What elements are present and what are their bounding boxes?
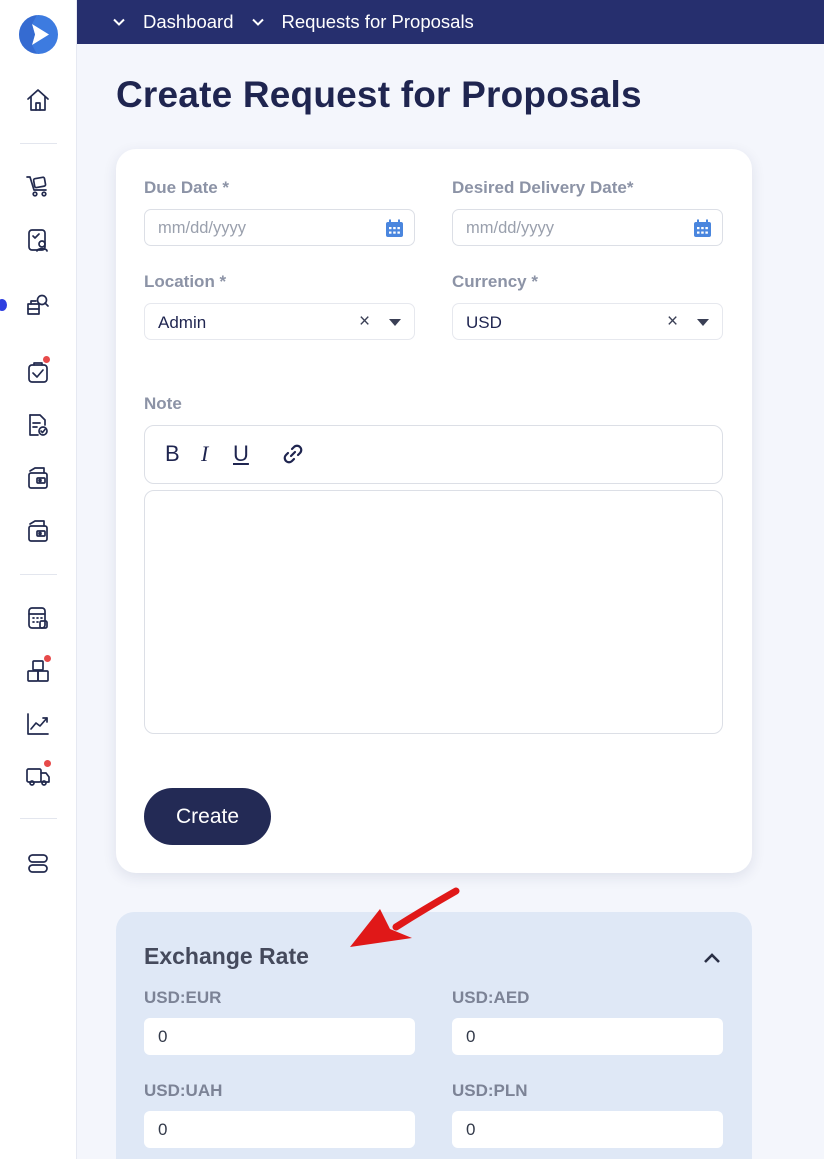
rate-input-usd-uah[interactable]: 0: [144, 1111, 415, 1148]
notification-dot: [42, 355, 51, 364]
rate-input-usd-pln[interactable]: 0: [452, 1111, 723, 1148]
delivery-date-label: Desired Delivery Date*: [452, 178, 634, 197]
rate-input-usd-aed[interactable]: 0: [452, 1018, 723, 1055]
note-editor[interactable]: [144, 490, 723, 734]
create-button[interactable]: Create: [144, 788, 271, 845]
app-logo[interactable]: [19, 15, 58, 54]
sidebar: [0, 0, 77, 1159]
currency-label: Currency *: [452, 272, 538, 291]
location-select[interactable]: Admin ×: [144, 303, 415, 340]
italic-button[interactable]: I: [201, 441, 208, 467]
document-check-icon[interactable]: [24, 411, 52, 439]
settings-toggle-icon[interactable]: [24, 849, 52, 877]
calendar-icon[interactable]: [385, 219, 404, 238]
wallet-icon[interactable]: [24, 464, 52, 492]
note-label: Note: [144, 394, 182, 413]
calculator-icon[interactable]: [24, 604, 52, 632]
notification-dot: [43, 759, 52, 768]
rate-input-usd-eur[interactable]: 0: [144, 1018, 415, 1055]
editor-toolbar: B I U: [144, 425, 723, 484]
link-icon[interactable]: [282, 443, 304, 465]
delivery-date-placeholder: mm/dd/yyyy: [466, 219, 555, 237]
location-label: Location *: [144, 272, 227, 291]
sidebar-divider: [20, 143, 57, 144]
contract-icon[interactable]: [24, 226, 52, 254]
chevron-up-icon[interactable]: [703, 952, 721, 964]
due-date-label: Due Date *: [144, 178, 230, 197]
clear-icon[interactable]: ×: [359, 311, 370, 333]
due-date-placeholder: mm/dd/yyyy: [158, 219, 247, 237]
rfp-form-card: Due Date * mm/dd/yyyy Desired Delivery D…: [116, 149, 752, 873]
home-icon[interactable]: [24, 86, 52, 114]
cart-icon[interactable]: [24, 172, 52, 200]
dropdown-caret-icon[interactable]: [697, 319, 709, 326]
breadcrumb-dashboard[interactable]: Dashboard: [113, 11, 234, 33]
dropdown-caret-icon[interactable]: [389, 319, 401, 326]
location-value: Admin: [158, 313, 207, 332]
sidebar-divider: [20, 574, 57, 575]
chevron-down-icon: [113, 18, 125, 26]
wallet-icon-2[interactable]: [24, 517, 52, 545]
rate-label-usd-aed: USD:AED: [452, 988, 530, 1007]
page-title: Create Request for Proposals: [116, 74, 642, 115]
breadcrumb-requests[interactable]: Requests for Proposals: [251, 11, 474, 33]
bold-button[interactable]: B: [165, 441, 180, 467]
chevron-down-icon: [251, 18, 264, 26]
underline-button[interactable]: U: [233, 441, 249, 467]
top-bar: Dashboard Requests for Proposals: [77, 0, 824, 44]
active-indicator: [0, 299, 7, 311]
rate-label-usd-eur: USD:EUR: [144, 988, 222, 1007]
sidebar-divider: [20, 818, 57, 819]
due-date-input[interactable]: mm/dd/yyyy: [144, 209, 415, 246]
clear-icon[interactable]: ×: [667, 311, 678, 333]
supplier-search-icon[interactable]: [24, 291, 52, 319]
currency-select[interactable]: USD ×: [452, 303, 723, 340]
rate-label-usd-pln: USD:PLN: [452, 1081, 528, 1100]
rate-label-usd-uah: USD:UAH: [144, 1081, 223, 1100]
calendar-icon[interactable]: [693, 219, 712, 238]
analytics-chart-icon[interactable]: [24, 710, 52, 738]
delivery-date-input[interactable]: mm/dd/yyyy: [452, 209, 723, 246]
notification-dot: [43, 654, 52, 663]
exchange-rate-title: Exchange Rate: [144, 943, 309, 969]
currency-value: USD: [466, 313, 502, 332]
annotation-arrow-icon: [350, 887, 460, 947]
